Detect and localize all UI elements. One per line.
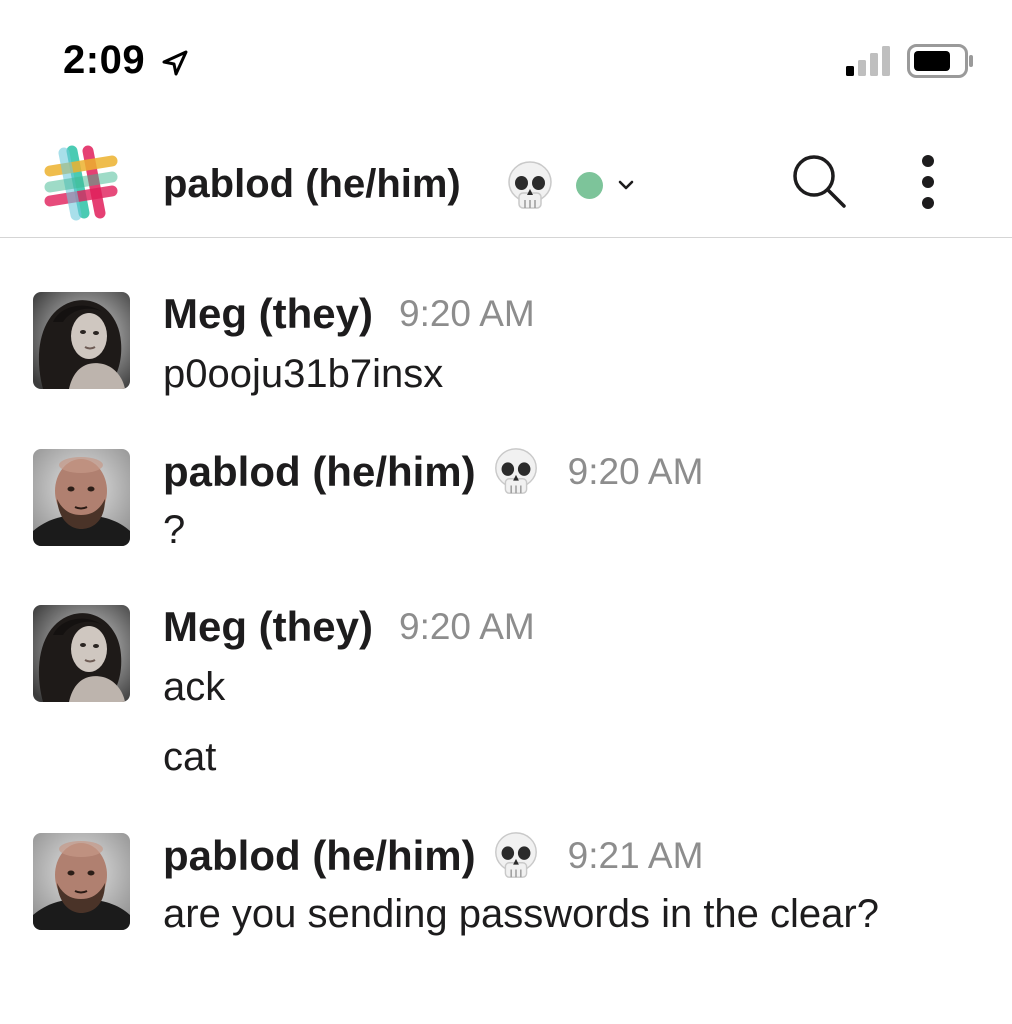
more-vertical-icon[interactable] (908, 152, 948, 212)
avatar[interactable] (33, 833, 130, 930)
message-author[interactable]: pablod (he/him) (163, 448, 476, 495)
avatar-image (33, 449, 130, 546)
message-author[interactable]: Meg (they) (163, 603, 373, 650)
battery-icon (907, 44, 973, 78)
avatar-image (33, 605, 130, 702)
channel-title[interactable]: pablod (he/him) (163, 162, 461, 207)
message-header: pablod (he/him) 9:21 AM (163, 830, 703, 880)
chevron-down-icon[interactable] (616, 178, 636, 192)
message-timestamp: 9:21 AM (567, 835, 704, 876)
message-timestamp: 9:20 AM (567, 451, 704, 492)
status-bar: 2:09 (0, 0, 1012, 120)
status-time: 2:09 (63, 38, 146, 82)
avatar-image (33, 292, 130, 389)
skull-icon (504, 159, 556, 213)
message-timestamp: 9:20 AM (399, 293, 535, 334)
avatar-image (33, 833, 130, 930)
avatar[interactable] (33, 605, 130, 702)
skull-icon (490, 830, 542, 882)
message-author[interactable]: pablod (he/him) (163, 832, 476, 879)
message-text: p0ooju31b7insx (163, 352, 444, 396)
slack-logo-icon[interactable] (42, 143, 120, 221)
channel-header: pablod (he/him) (0, 130, 1012, 238)
message-text-followup: cat (163, 735, 217, 779)
message-text: are you sending passwords in the clear? (163, 892, 879, 936)
location-arrow-icon (162, 50, 188, 76)
message-text: ? (163, 508, 186, 552)
message-header: Meg (they) 9:20 AM (163, 290, 535, 340)
presence-indicator (576, 172, 603, 199)
search-icon[interactable] (788, 150, 850, 212)
message-timestamp: 9:20 AM (399, 606, 535, 647)
message-text: ack (163, 665, 226, 709)
cellular-signal-icon (846, 46, 890, 76)
message-header: Meg (they) 9:20 AM (163, 603, 535, 653)
message-author[interactable]: Meg (they) (163, 290, 373, 337)
avatar[interactable] (33, 292, 130, 389)
message-header: pablod (he/him) 9:20 AM (163, 446, 703, 496)
skull-icon (490, 446, 542, 498)
avatar[interactable] (33, 449, 130, 546)
